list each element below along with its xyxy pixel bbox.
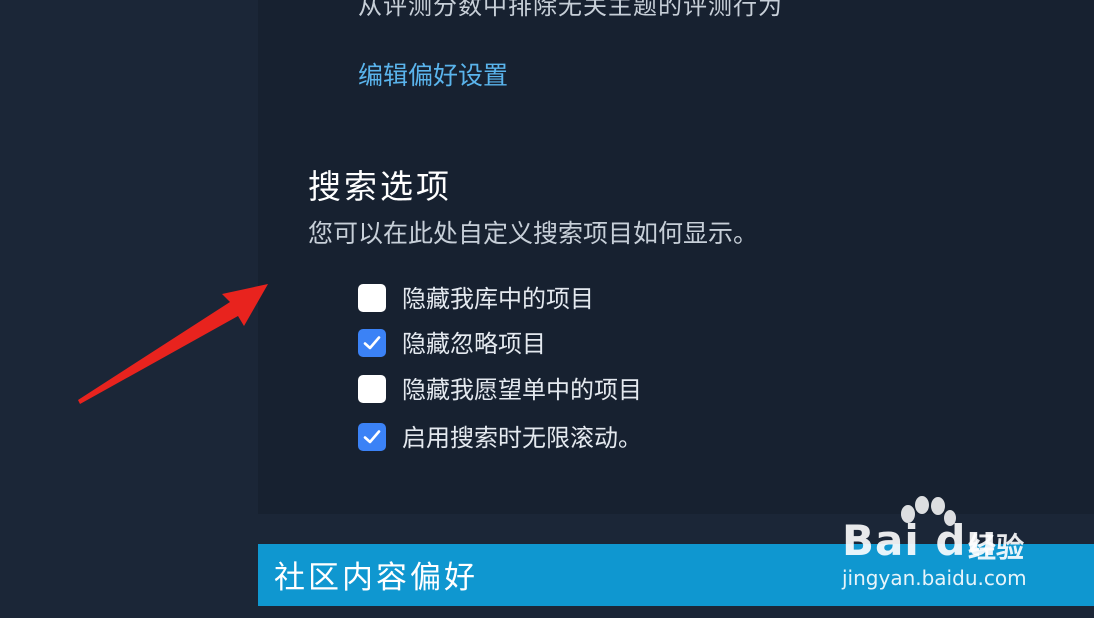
option-infinite-scroll[interactable]: 启用搜索时无限滚动。	[358, 419, 642, 452]
watermark-suffix: 经验	[968, 531, 1025, 564]
option-label: 启用搜索时无限滚动。	[402, 423, 642, 452]
checkbox[interactable]	[358, 329, 386, 357]
community-preferences-title: 社区内容偏好	[274, 560, 478, 596]
edit-preferences-link[interactable]: 编辑偏好设置	[358, 56, 508, 92]
exclude-offtopic-text: 从评测分数中排除无关主题的评测行为	[358, 0, 783, 20]
checkmark-icon	[363, 430, 381, 444]
option-label: 隐藏我库中的项目	[402, 284, 594, 313]
search-options-title: 搜索选项	[308, 167, 452, 206]
watermark-url: jingyan.baidu.com	[842, 566, 1027, 590]
search-options-description: 您可以在此处自定义搜索项目如何显示。	[308, 219, 759, 248]
checkmark-icon	[363, 336, 381, 350]
checkbox[interactable]	[358, 375, 386, 403]
checkbox[interactable]	[358, 423, 386, 451]
option-hide-wishlist-items[interactable]: 隐藏我愿望单中的项目	[358, 371, 642, 404]
option-label: 隐藏忽略项目	[402, 329, 546, 358]
option-hide-library-items[interactable]: 隐藏我库中的项目	[358, 280, 594, 313]
option-label: 隐藏我愿望单中的项目	[402, 375, 642, 404]
checkbox[interactable]	[358, 284, 386, 312]
baidu-jingyan-watermark: Bai du 经验 jingyan.baidu.com	[842, 496, 1042, 596]
left-gutter	[0, 0, 258, 618]
option-hide-ignored-items[interactable]: 隐藏忽略项目	[358, 325, 546, 358]
